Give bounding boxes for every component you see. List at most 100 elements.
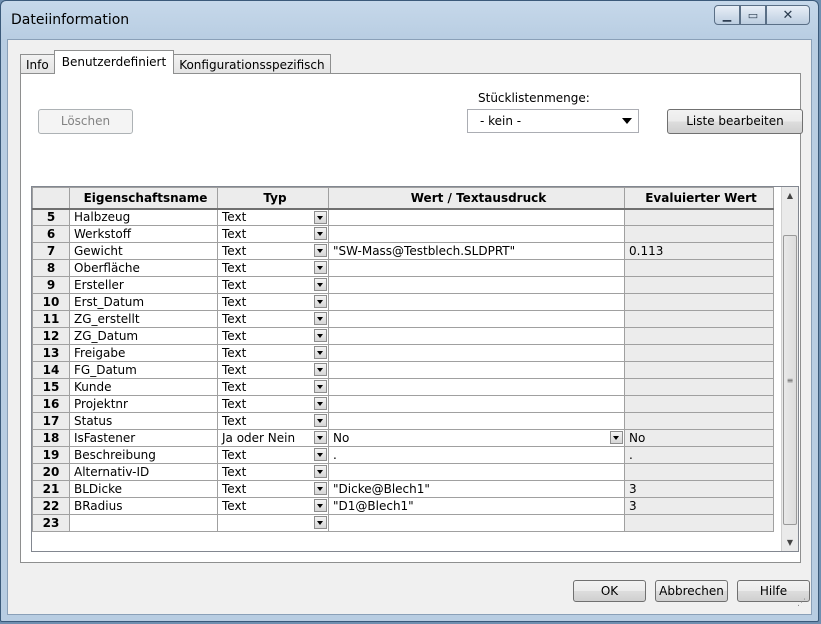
type-select-cell[interactable] [217, 514, 329, 532]
row-number[interactable]: 14 [32, 361, 70, 379]
value-cell[interactable] [328, 310, 625, 328]
dropdown-arrow-icon[interactable] [314, 448, 327, 461]
property-name-cell[interactable]: Gewicht [69, 242, 218, 260]
type-select-cell[interactable]: Text [217, 259, 329, 277]
dropdown-arrow-icon[interactable] [314, 312, 327, 325]
close-button[interactable]: ✕ [766, 5, 810, 25]
table-row[interactable]: 15 Kunde Text [32, 378, 774, 396]
value-cell[interactable]: "Dicke@Blech1" [328, 480, 625, 498]
row-number[interactable]: 20 [32, 463, 70, 481]
property-name-cell[interactable] [69, 514, 218, 532]
property-name-cell[interactable]: Werkstoff [69, 225, 218, 243]
row-number[interactable]: 15 [32, 378, 70, 396]
type-select-cell[interactable]: Text [217, 242, 329, 260]
bom-quantity-select[interactable]: - kein - [467, 109, 639, 133]
property-name-cell[interactable]: Erst_Datum [69, 293, 218, 311]
row-number[interactable]: 16 [32, 395, 70, 413]
dropdown-arrow-icon[interactable] [314, 210, 327, 224]
type-select-cell[interactable]: Text [217, 378, 329, 396]
cancel-button[interactable]: Abbrechen [655, 580, 728, 602]
tab-custom[interactable]: Benutzerdefiniert [53, 50, 175, 74]
dropdown-arrow-icon[interactable] [314, 244, 327, 257]
value-cell[interactable] [328, 293, 625, 311]
type-select-cell[interactable]: Text [217, 208, 329, 226]
table-row[interactable]: 10 Erst_Datum Text [32, 293, 774, 311]
type-select-cell[interactable]: Text [217, 412, 329, 430]
row-number[interactable]: 7 [32, 242, 70, 260]
header-value[interactable]: Wert / Textausdruck [328, 187, 625, 210]
type-select-cell[interactable]: Ja oder Nein [217, 429, 329, 447]
dropdown-arrow-icon[interactable] [314, 295, 327, 308]
table-row[interactable]: 11 ZG_erstellt Text [32, 310, 774, 328]
tab-info[interactable]: Info [20, 54, 55, 74]
table-row[interactable]: 21 BLDicke Text "Dicke@Blech1" 3 [32, 480, 774, 498]
type-select-cell[interactable]: Text [217, 361, 329, 379]
property-name-cell[interactable]: Oberfläche [69, 259, 218, 277]
property-name-cell[interactable]: ZG_Datum [69, 327, 218, 345]
type-select-cell[interactable]: Text [217, 463, 329, 481]
value-cell[interactable] [328, 463, 625, 481]
type-select-cell[interactable]: Text [217, 293, 329, 311]
property-name-cell[interactable]: BLDicke [69, 480, 218, 498]
ok-button[interactable]: OK [573, 580, 646, 602]
dropdown-arrow-icon[interactable] [314, 380, 327, 393]
table-row[interactable]: 23 [32, 514, 774, 532]
table-row[interactable]: 22 BRadius Text "D1@Blech1" 3 [32, 497, 774, 515]
type-select-cell[interactable]: Text [217, 344, 329, 362]
row-number[interactable]: 9 [32, 276, 70, 294]
property-name-cell[interactable]: Alternativ-ID [69, 463, 218, 481]
value-cell[interactable] [328, 344, 625, 362]
dropdown-arrow-icon[interactable] [314, 261, 327, 274]
type-select-cell[interactable]: Text [217, 446, 329, 464]
minimize-button[interactable]: ▁ [714, 5, 740, 25]
table-row[interactable]: 9 Ersteller Text [32, 276, 774, 294]
property-name-cell[interactable]: Freigabe [69, 344, 218, 362]
row-number[interactable]: 12 [32, 327, 70, 345]
row-number[interactable]: 21 [32, 480, 70, 498]
property-name-cell[interactable]: ZG_erstellt [69, 310, 218, 328]
value-cell[interactable]: "D1@Blech1" [328, 497, 625, 515]
row-number[interactable]: 11 [32, 310, 70, 328]
value-cell[interactable] [328, 327, 625, 345]
title-bar[interactable]: Dateiinformation ▁ ▭ ✕ [1, 1, 818, 39]
type-select-cell[interactable]: Text [217, 497, 329, 515]
dropdown-arrow-icon[interactable] [314, 397, 327, 410]
property-name-cell[interactable]: FG_Datum [69, 361, 218, 379]
dropdown-arrow-icon[interactable] [314, 329, 327, 342]
value-cell[interactable]: No [328, 429, 625, 447]
value-cell[interactable]: . [328, 446, 625, 464]
property-name-cell[interactable]: Ersteller [69, 276, 218, 294]
header-evaluated-value[interactable]: Evaluierter Wert [624, 187, 774, 210]
row-number[interactable]: 19 [32, 446, 70, 464]
row-number[interactable]: 13 [32, 344, 70, 362]
value-cell[interactable] [328, 225, 625, 243]
scroll-thumb[interactable]: ≡ [783, 235, 797, 525]
row-number[interactable]: 23 [32, 514, 70, 532]
dropdown-arrow-icon[interactable] [314, 363, 327, 376]
table-row[interactable]: 18 IsFastener Ja oder Nein No No [32, 429, 774, 447]
type-select-cell[interactable]: Text [217, 310, 329, 328]
table-row[interactable]: 20 Alternativ-ID Text [32, 463, 774, 481]
table-row[interactable]: 8 Oberfläche Text [32, 259, 774, 277]
dropdown-arrow-icon[interactable] [314, 482, 327, 495]
property-name-cell[interactable]: Status [69, 412, 218, 430]
vertical-scrollbar[interactable]: ▲ ≡ ▼ [781, 187, 798, 551]
property-name-cell[interactable]: Halbzeug [69, 208, 218, 226]
resize-grip-icon[interactable]: ⋰ [797, 599, 809, 612]
table-row[interactable]: 13 Freigabe Text [32, 344, 774, 362]
row-number[interactable]: 10 [32, 293, 70, 311]
row-number[interactable]: 22 [32, 497, 70, 515]
row-number[interactable]: 18 [32, 429, 70, 447]
type-select-cell[interactable]: Text [217, 276, 329, 294]
value-cell[interactable]: "SW-Mass@Testblech.SLDPRT" [328, 242, 625, 260]
table-row[interactable]: 6 Werkstoff Text [32, 225, 774, 243]
value-cell[interactable] [328, 276, 625, 294]
value-cell[interactable] [328, 361, 625, 379]
property-name-cell[interactable]: IsFastener [69, 429, 218, 447]
scroll-up-icon[interactable]: ▲ [782, 187, 798, 204]
property-name-cell[interactable]: Projektnr [69, 395, 218, 413]
value-cell[interactable] [328, 514, 625, 532]
row-number[interactable]: 8 [32, 259, 70, 277]
table-row[interactable]: 14 FG_Datum Text [32, 361, 774, 379]
dropdown-arrow-icon[interactable] [314, 499, 327, 512]
